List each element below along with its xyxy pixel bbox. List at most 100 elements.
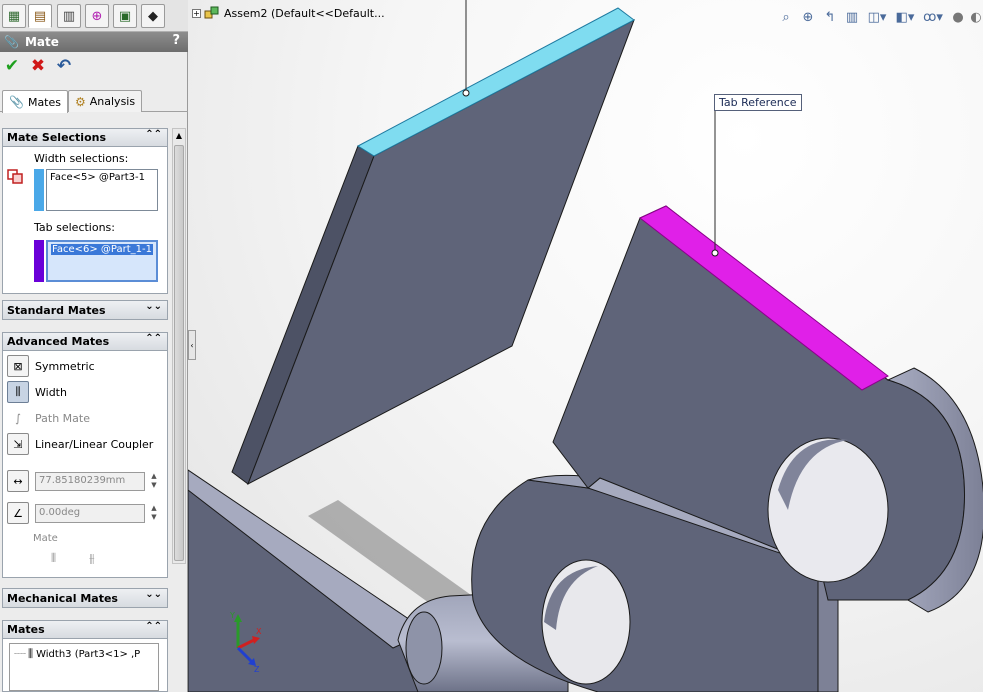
path-mate-icon: ∫ bbox=[15, 411, 21, 425]
angle-field[interactable]: 0.00deg bbox=[35, 504, 145, 523]
distance-icon: ↔ bbox=[7, 470, 29, 492]
distance-spinner[interactable]: ▲ ▼ bbox=[149, 472, 159, 491]
collapse-up-icon[interactable]: ⌃⌃ bbox=[145, 129, 162, 140]
width-selections-list[interactable]: Face<5> @Part3-1 bbox=[46, 169, 158, 211]
heads-up-toolbar: ⌕ ⊕ ↰ ▥ ◫▾ ◧▾ ꝏ▾ ● ◐ bbox=[775, 6, 983, 28]
collapse-arrow-icon: ‹ bbox=[190, 340, 194, 350]
angle-icon: ∠ bbox=[7, 502, 29, 524]
width-color-swatch bbox=[34, 169, 44, 211]
distance-field[interactable]: 77.85180239mm bbox=[35, 472, 145, 491]
tab-color-swatch bbox=[34, 240, 44, 282]
scroll-up-icon[interactable]: ▲ bbox=[173, 129, 185, 143]
render-icon: ◆ bbox=[148, 8, 158, 24]
panel-scrollbar[interactable]: ▲ bbox=[172, 128, 186, 564]
previous-view-icon[interactable]: ↰ bbox=[819, 7, 841, 27]
expand-down-icon[interactable]: ⌄⌄ bbox=[145, 589, 162, 600]
dimxpert-icon: ⊕ bbox=[91, 8, 103, 24]
hide-show-icon[interactable]: ꝏ▾ bbox=[919, 7, 947, 27]
mate-alignment-label: Mate bbox=[33, 533, 58, 544]
standard-mates-title: Standard Mates bbox=[7, 303, 106, 317]
tab-selection-item[interactable]: Face<6> @Part_1-1 bbox=[51, 244, 153, 255]
aligned-icon[interactable]: ⫴ bbox=[51, 551, 56, 566]
section-view-icon[interactable]: ▥ bbox=[841, 7, 863, 27]
collapse-up-icon[interactable]: ⌃⌃ bbox=[145, 621, 162, 632]
mate-item-label: Width3 (Part3<1> ,P bbox=[36, 648, 141, 660]
width-mate-icon: ⫼ bbox=[7, 381, 29, 403]
advanced-mates-title: Advanced Mates bbox=[7, 335, 110, 348]
mechanical-mates-title: Mechanical Mates bbox=[7, 591, 118, 605]
mates-group: Mates ⌃⌃ ┄┄ ⫼ Width3 (Part3<1> ,P bbox=[2, 620, 168, 692]
display-manager-icon: ▣ bbox=[118, 8, 132, 24]
mechanical-mates-header[interactable]: Mechanical Mates ⌄⌄ bbox=[3, 589, 167, 607]
property-sheet-icon: ▤ bbox=[33, 8, 47, 24]
paperclip-mate-icon: 📎 bbox=[4, 35, 19, 49]
help-button[interactable]: ? bbox=[172, 33, 180, 48]
anti-aligned-icon[interactable]: ⫵ bbox=[89, 551, 95, 566]
tab-callout-point[interactable] bbox=[711, 249, 719, 257]
feature-manager-tab[interactable]: ▦ bbox=[2, 4, 26, 28]
z-axis-label: Z bbox=[254, 665, 260, 672]
advanced-mates-group: Advanced Mates ⌃⌃ ⊠ Symmetric ⫼ Width ∫ … bbox=[2, 332, 168, 578]
display-manager-tab[interactable]: ▣ bbox=[113, 4, 137, 28]
mate-selections-header[interactable]: Mate Selections ⌃⌃ bbox=[3, 129, 167, 147]
mates-list[interactable]: ┄┄ ⫼ Width3 (Part3<1> ,P bbox=[9, 643, 159, 691]
display-style-icon[interactable]: ◧▾ bbox=[891, 7, 919, 27]
tab-selections-label: Tab selections: bbox=[34, 221, 115, 234]
width-mate-icon: ⫼ bbox=[28, 647, 34, 660]
path-mate-option[interactable]: ∫ Path Mate bbox=[7, 407, 90, 429]
width-callout-point[interactable] bbox=[462, 89, 470, 97]
tab-analysis[interactable]: ⚙ Analysis bbox=[68, 90, 143, 112]
graphics-area[interactable]: ‹ + Assem2 (Default<<Default... ⌕ ⊕ ↰ ▥ … bbox=[188, 0, 983, 692]
property-manager-tab[interactable]: ▤ bbox=[28, 4, 52, 28]
list-item[interactable]: ┄┄ ⫼ Width3 (Part3<1> ,P bbox=[14, 647, 154, 661]
ok-button[interactable]: ✔ bbox=[2, 56, 22, 76]
x-axis-label: X bbox=[256, 627, 262, 636]
assembly-name[interactable]: Assem2 (Default<<Default... bbox=[224, 7, 385, 20]
linear-coupler-label: Linear/Linear Coupler bbox=[35, 437, 154, 451]
zoom-to-fit-icon[interactable]: ⌕ bbox=[775, 7, 797, 27]
undo-button[interactable]: ↶ bbox=[54, 56, 74, 76]
symmetric-label: Symmetric bbox=[35, 359, 95, 373]
configuration-manager-tab[interactable]: ▥ bbox=[57, 4, 81, 28]
angle-spinner[interactable]: ▲ ▼ bbox=[149, 504, 159, 523]
scroll-thumb[interactable] bbox=[174, 145, 184, 561]
zoom-area-icon[interactable]: ⊕ bbox=[797, 7, 819, 27]
appearance-icon[interactable]: ● bbox=[947, 7, 969, 27]
orientation-triad: Y X Z bbox=[229, 612, 262, 672]
collapse-up-icon[interactable]: ⌃⌃ bbox=[145, 333, 162, 344]
mate-selections-group: Mate Selections ⌃⌃ Width selections: Fac… bbox=[2, 128, 168, 294]
configuration-icon: ▥ bbox=[62, 8, 76, 24]
linear-coupler-option[interactable]: ⇲ Linear/Linear Coupler bbox=[7, 433, 153, 455]
manager-tabs: ▦ ▤ ▥ ⊕ ▣ ◆ bbox=[0, 0, 188, 32]
mechanical-mates-group: Mechanical Mates ⌄⌄ bbox=[2, 588, 168, 608]
view-orientation-icon[interactable]: ◫▾ bbox=[863, 7, 891, 27]
model-view[interactable] bbox=[188, 0, 983, 692]
dimxpert-manager-tab[interactable]: ⊕ bbox=[85, 4, 109, 28]
cancel-button[interactable]: ✖ bbox=[28, 56, 48, 76]
paperclip-icon: 📎 bbox=[9, 95, 24, 109]
symmetric-icon: ⊠ bbox=[7, 355, 29, 377]
width-label: Width bbox=[35, 385, 67, 399]
render-manager-tab[interactable]: ◆ bbox=[141, 4, 165, 28]
y-axis-label: Y bbox=[229, 612, 235, 620]
assembly-icon bbox=[204, 6, 219, 19]
standard-mates-header[interactable]: Standard Mates ⌄⌄ bbox=[3, 301, 167, 319]
flyout-feature-tree[interactable]: + Assem2 (Default<<Default... bbox=[192, 6, 385, 20]
tab-reference-callout[interactable]: Tab Reference bbox=[714, 94, 802, 111]
width-selection-item[interactable]: Face<5> @Part3-1 bbox=[50, 172, 145, 183]
width-mate-option[interactable]: ⫼ Width bbox=[7, 381, 67, 403]
expand-down-icon[interactable]: ⌄⌄ bbox=[145, 301, 162, 312]
tab-selections-list[interactable]: Face<6> @Part_1-1 bbox=[46, 240, 158, 282]
panel-collapse-handle[interactable]: ‹ bbox=[188, 330, 196, 360]
scene-icon[interactable]: ◐ bbox=[969, 7, 983, 27]
mates-title: Mates bbox=[7, 623, 45, 636]
tab-mates[interactable]: 📎 Mates bbox=[2, 90, 68, 113]
mate-selections-title: Mate Selections bbox=[7, 131, 107, 144]
mates-header[interactable]: Mates ⌃⌃ bbox=[3, 621, 167, 639]
tab-mates-label: Mates bbox=[27, 95, 61, 109]
advanced-mates-header[interactable]: Advanced Mates ⌃⌃ bbox=[3, 333, 167, 351]
linear-coupler-icon: ⇲ bbox=[7, 433, 29, 455]
symmetric-mate-option[interactable]: ⊠ Symmetric bbox=[7, 355, 95, 377]
page-title: Mate bbox=[24, 35, 59, 49]
expand-plus-icon[interactable]: + bbox=[192, 8, 201, 18]
